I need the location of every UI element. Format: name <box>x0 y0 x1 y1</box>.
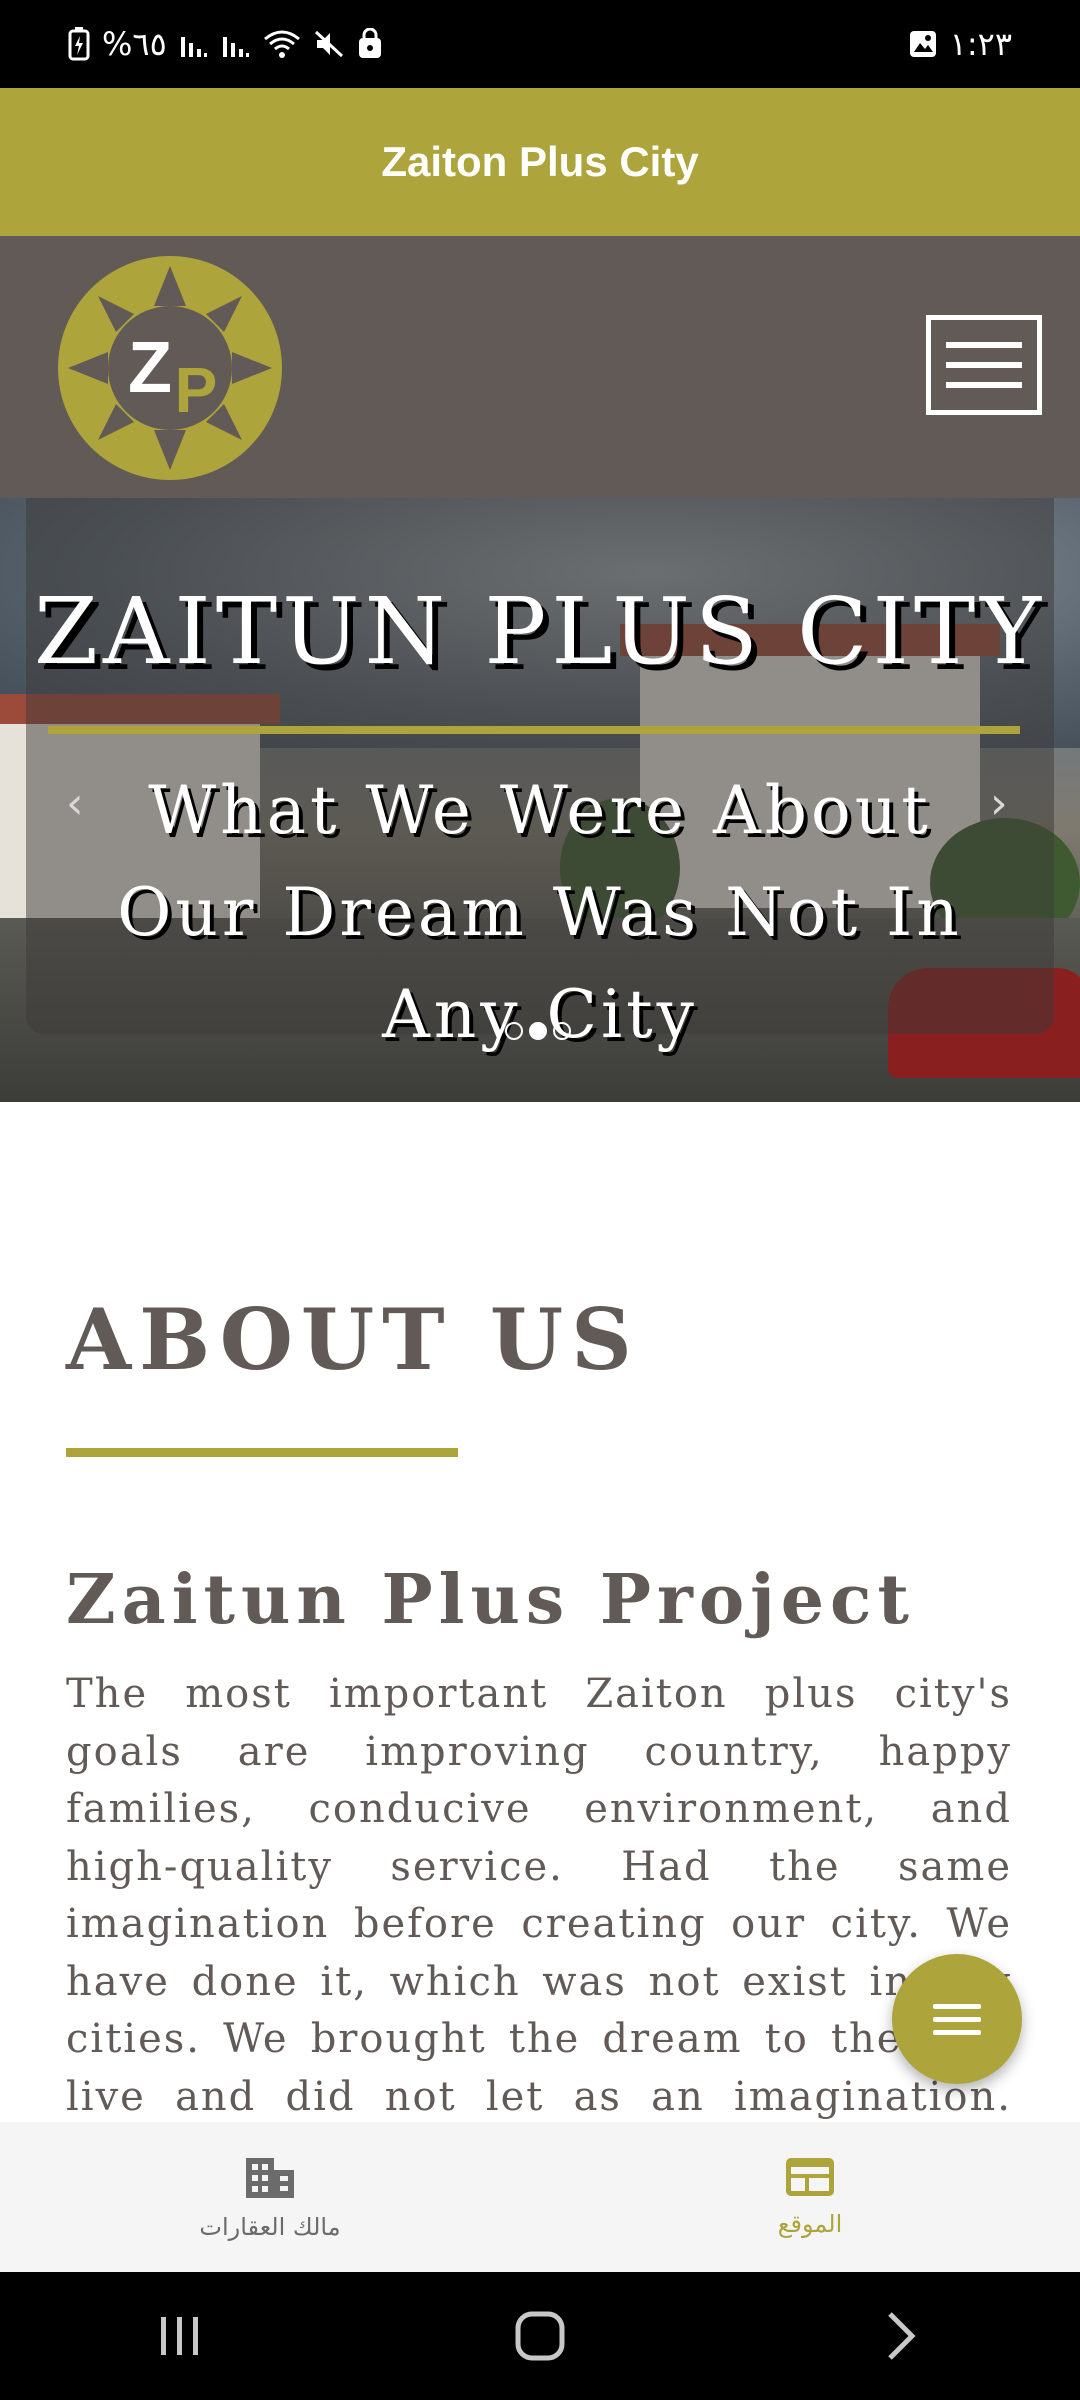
web-icon <box>785 2157 835 2202</box>
zp-logo[interactable]: Z P <box>54 252 286 484</box>
status-bar: %٦٥ ١:٢٣ <box>0 0 1080 88</box>
slider-prev-arrow[interactable]: ‹ <box>66 778 84 829</box>
bottom-navigation: مالك العقارات الموقع <box>0 2122 1080 2272</box>
building-icon <box>244 2154 296 2205</box>
hamburger-menu-button[interactable] <box>926 315 1042 415</box>
fab-menu-line <box>933 2016 981 2022</box>
gallery-icon <box>908 26 938 62</box>
home-button[interactable] <box>480 2296 600 2376</box>
slider-dot-active[interactable] <box>529 1022 547 1040</box>
svg-text:P: P <box>175 354 218 426</box>
hero-title: ZAITUN PLUS CITY <box>34 578 1046 685</box>
menu-line <box>946 382 1022 388</box>
back-button[interactable] <box>840 2296 960 2376</box>
recent-apps-icon <box>161 2317 198 2355</box>
hero-slider[interactable]: ZAITUN PLUS CITY What We Were About Our … <box>0 498 1080 1102</box>
vpn-lock-icon <box>357 26 383 62</box>
chevron-right-icon <box>888 2312 916 2360</box>
site-header: Z P <box>0 236 1080 498</box>
nav-item-website[interactable]: الموقع <box>540 2122 1080 2272</box>
battery-percent: %٦٥ <box>102 25 167 63</box>
signal-icon-2 <box>221 26 251 62</box>
about-paragraph: The most important Zaiton plus city's go… <box>66 1671 1012 2120</box>
recent-apps-button[interactable] <box>120 2296 240 2376</box>
wifi-icon <box>263 26 301 62</box>
project-title: Zaitun Plus Project <box>66 1560 915 1640</box>
status-right: ١:٢٣ <box>908 25 1012 63</box>
slider-dots <box>505 1022 571 1040</box>
mute-icon <box>313 26 345 62</box>
nav-item-property-owners[interactable]: مالك العقارات <box>0 2122 540 2272</box>
app-bar: Zaiton Plus City <box>0 88 1080 236</box>
menu-line <box>946 362 1022 368</box>
slider-dot[interactable] <box>553 1022 571 1040</box>
svg-text:Z: Z <box>128 328 172 408</box>
status-left: %٦٥ <box>68 25 383 63</box>
signal-icon <box>179 26 209 62</box>
hero-subtitle: What We Were About Our Dream Was Not In … <box>117 772 963 1053</box>
about-heading: ABOUT US <box>66 1290 640 1389</box>
menu-line <box>946 342 1022 348</box>
fab-menu-line <box>933 2003 981 2009</box>
about-underline <box>66 1448 458 1457</box>
slider-dot[interactable] <box>505 1022 523 1040</box>
slider-next-arrow[interactable]: › <box>990 778 1008 829</box>
app-title: Zaiton Plus City <box>381 138 699 185</box>
battery-charging-icon <box>68 26 90 62</box>
home-icon <box>515 2311 565 2361</box>
nav-label-website: الموقع <box>777 2209 843 2238</box>
hero-divider <box>48 726 1020 734</box>
fab-menu-line <box>933 2029 981 2035</box>
clock: ١:٢٣ <box>949 25 1012 63</box>
zp-logo-emblem: Z P <box>58 256 282 480</box>
nav-label-property-owners: مالك العقارات <box>199 2212 341 2241</box>
floating-menu-button[interactable] <box>892 1954 1022 2084</box>
system-navigation-bar <box>0 2272 1080 2400</box>
